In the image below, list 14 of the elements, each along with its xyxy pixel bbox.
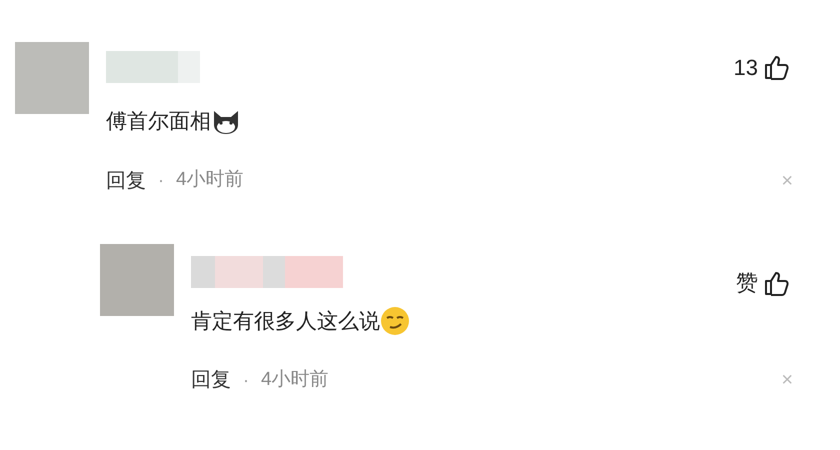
thumbs-up-icon[interactable] xyxy=(764,270,790,296)
thumbs-up-icon[interactable] xyxy=(764,54,790,80)
timestamp: 4小时前 xyxy=(176,168,244,192)
smirking-face-icon xyxy=(380,306,410,336)
reply-link[interactable]: 回复 xyxy=(106,166,146,196)
comment-text: 傅首尔面相 xyxy=(106,109,211,135)
reply-link[interactable]: 回复 xyxy=(191,365,231,395)
comment-text: 肯定有很多人这么说 xyxy=(191,308,380,334)
separator-dot: · xyxy=(243,368,249,392)
separator-dot: · xyxy=(158,169,164,192)
timestamp: 4小时前 xyxy=(261,368,329,392)
cat-face-icon xyxy=(211,108,241,135)
like-count: 赞 xyxy=(736,269,758,297)
like-count: 13 xyxy=(734,54,758,82)
